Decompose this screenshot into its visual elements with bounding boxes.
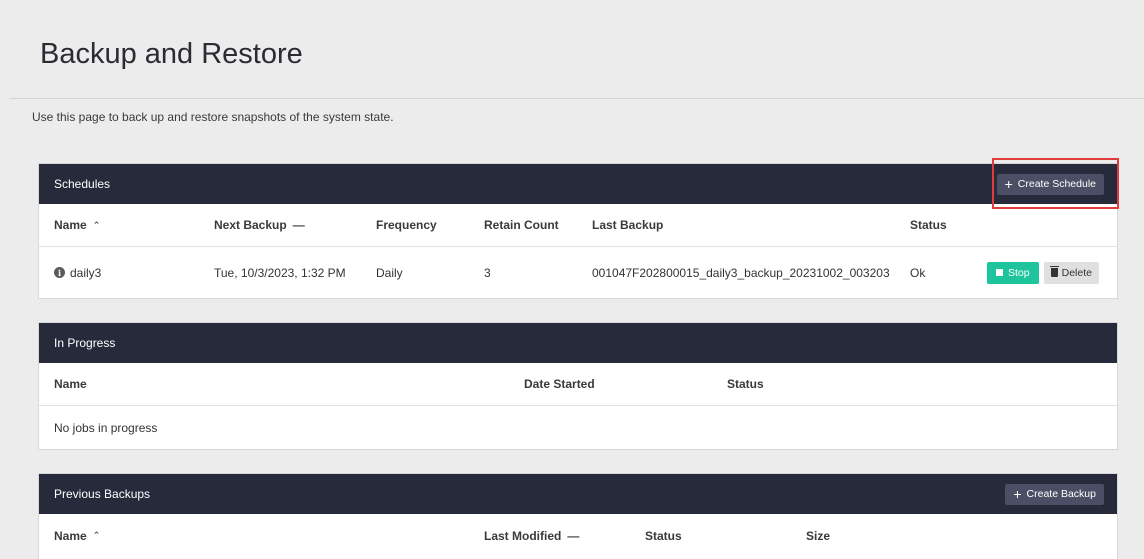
column-header-name[interactable]: Name ⌃ [54,514,100,557]
next-backup-cell: Tue, 10/3/2023, 1:32 PM [214,265,346,280]
frequency-cell: Daily [376,265,403,280]
stop-button[interactable]: Stop [987,261,1039,284]
column-header-last-backup[interactable]: Last Backup [592,204,663,246]
retain-count-cell: 3 [484,265,491,280]
column-header-size[interactable]: Size [806,514,830,557]
column-header-name[interactable]: Name [54,363,87,405]
previous-backups-column-headers: Name ⌃ Last Modified — Status Size [39,514,1117,557]
column-header-frequency[interactable]: Frequency [376,204,437,246]
in-progress-panel: In Progress Name Date Started Status No … [38,322,1118,450]
column-header-date-started[interactable]: Date Started [524,363,595,405]
table-row: i daily3 Tue, 10/3/2023, 1:32 PM Daily 3… [39,247,1117,298]
schedules-panel: Schedules + Create Schedule Name ⌃ Next … [38,163,1118,299]
previous-backups-panel: Previous Backups + Create Backup Name ⌃ … [38,473,1118,559]
create-backup-label: Create Backup [1026,488,1096,500]
stop-icon [996,269,1003,276]
plus-icon: + [1013,486,1022,502]
column-header-name[interactable]: Name ⌃ [54,204,100,246]
sort-ascending-icon: ⌃ [92,530,101,540]
previous-backups-header: Previous Backups + Create Backup [39,474,1117,514]
page-description: Use this page to back up and restore sna… [32,110,394,124]
status-cell: Ok [910,265,926,280]
info-icon[interactable]: i [54,267,65,278]
row-actions: Stop Delete [987,247,1099,298]
delete-button[interactable]: Delete [1043,261,1099,284]
highlight-box [992,158,1119,209]
column-header-status[interactable]: Status [727,363,764,405]
in-progress-title: In Progress [54,336,116,350]
schedules-column-headers: Name ⌃ Next Backup — Frequency Retain Co… [39,204,1117,247]
create-backup-button[interactable]: + Create Backup [1005,483,1104,505]
in-progress-header: In Progress [39,323,1117,363]
schedules-title: Schedules [54,177,111,191]
column-header-next-backup[interactable]: Next Backup — [214,204,305,246]
sort-neutral-icon: — [567,528,580,543]
in-progress-column-headers: Name Date Started Status [39,363,1117,406]
column-header-status[interactable]: Status [645,514,682,557]
schedules-header: Schedules + Create Schedule [39,164,1117,204]
previous-backups-title: Previous Backups [54,487,151,501]
divider [10,98,1144,99]
last-backup-cell: 001047F202800015_daily3_backup_20231002_… [592,265,890,280]
page-title: Backup and Restore [40,38,303,70]
sort-ascending-icon: ⌃ [92,219,101,230]
empty-row: No jobs in progress [39,406,1117,449]
schedule-name-cell: i daily3 [54,247,101,298]
trash-icon [1049,266,1059,277]
empty-message: No jobs in progress [54,420,158,435]
sort-neutral-icon: — [292,218,305,232]
column-header-status[interactable]: Status [910,204,947,246]
column-header-retain-count[interactable]: Retain Count [484,204,559,246]
column-header-last-modified[interactable]: Last Modified — [484,514,579,557]
